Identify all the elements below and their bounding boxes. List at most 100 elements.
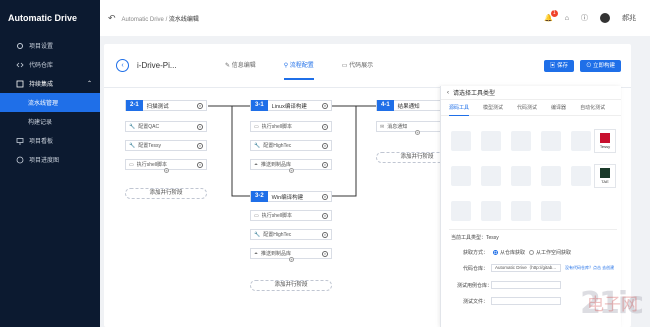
tab-source-tools[interactable]: 源码工具 [449,100,470,116]
task-label: 推送到制品库 [261,162,292,168]
breadcrumb-root[interactable]: Automatic Drive [122,17,164,23]
tool-tile[interactable] [451,201,471,221]
card-header: ‹ i-Drive-Pi... ✎ 信息编辑 ⚲ 流程配置 ▭ 代码展示 ▣ 保… [104,44,631,88]
message-icon: ✉ [380,123,385,130]
tab-flow-config[interactable]: ⚲ 流程配置 [283,44,314,88]
sidebar-item-label: 项目进度图 [29,158,60,164]
stage-number: 4-1 [377,100,394,111]
home-icon[interactable]: ⌂ [565,15,569,22]
task-item[interactable]: ▭ 执行shell脚本 × [250,210,332,221]
stage-header[interactable]: 3-1 Linux编译构建 × [250,100,332,111]
sidebar-item-build-records[interactable]: 构建记录 [0,112,100,131]
tool-tile[interactable] [511,166,531,186]
sidebar-item-progress[interactable]: 项目进度图 [0,150,100,169]
breadcrumb-sep: / [165,16,168,23]
close-icon[interactable]: × [197,142,203,149]
ci-icon [16,80,24,88]
tool-tile[interactable] [481,201,501,221]
sidebar-item-ci[interactable]: 持续集成 ⌃ [0,74,100,93]
tab-model-test[interactable]: 模型测试 [483,100,503,116]
close-icon[interactable]: × [322,161,328,168]
branch-select[interactable] [491,281,561,289]
tool-tae[interactable]: TAE [594,164,616,188]
tool-tile[interactable] [541,166,561,186]
add-parallel-stage-button[interactable]: 添加并行阶段 [125,188,207,199]
more-label: 测试文件： [463,299,489,305]
sidebar-item-pipeline[interactable]: 流水线管理 [0,93,100,112]
tool-tile[interactable] [541,131,561,151]
close-icon[interactable]: × [197,161,203,168]
radio-off-icon [529,250,534,256]
divider [449,229,617,230]
chevron-left-icon[interactable]: ‹ [447,90,449,96]
header-buttons: ▣ 保存 ⊙ 立即构建 [543,59,631,72]
tae-logo-icon [600,168,610,178]
add-task-icon[interactable]: + [289,168,294,173]
close-icon[interactable]: × [322,212,328,219]
close-icon[interactable]: × [197,123,203,130]
tool-tile[interactable] [481,131,501,151]
watermark-cn: 电子网 [587,295,638,315]
close-icon[interactable]: × [322,102,328,109]
file-select[interactable] [491,297,561,305]
tool-tile[interactable] [571,131,591,151]
user-name[interactable]: 郝兆 [622,13,636,23]
task-label: 执行shell脚本 [261,124,293,130]
topbar-actions: 🔔 1 ⌂ ⓘ 郝兆 [544,10,650,23]
source-radio-workspace[interactable]: 从工作空间获取 [529,249,571,256]
sidebar-item-board[interactable]: 项目看板 [0,131,100,150]
stage-name: 结果通知 [397,103,420,110]
breadcrumb-current: 流水线编辑 [168,16,199,23]
tool-tile[interactable] [541,201,561,221]
tool-tile[interactable] [571,166,591,186]
add-parallel-stage-button[interactable]: 添加并行阶段 [250,280,332,291]
panel-title-bar: ‹ 请选择工具类型 [441,86,621,100]
tool-tile[interactable] [451,166,471,186]
bell-icon[interactable]: 🔔 1 [544,10,558,22]
progress-icon [16,156,24,164]
save-button[interactable]: ▣ 保存 [543,59,574,72]
tab-code-view[interactable]: ▭ 代码展示 [342,44,373,88]
task-item[interactable]: 🔧 配置HighTec × [250,229,332,240]
tool-tessy[interactable]: Tessy [594,129,616,153]
repo-select[interactable]: Automatic Drive（http://gitab... [491,264,561,272]
sidebar-item-project-settings[interactable]: 项目设置 [0,36,100,55]
close-icon[interactable]: × [322,250,328,257]
help-icon[interactable]: ⓘ [581,13,588,23]
create-repo-link[interactable]: 去创建 [602,265,614,270]
stage-number: 2-1 [126,100,143,111]
tab-auto-test[interactable]: 自动化测试 [580,100,605,116]
selected-tool-label: 当前工具类型：Tessy [451,235,499,241]
task-item[interactable]: ▭ 执行shell脚本 × [250,121,332,132]
tab-code-test[interactable]: 代码测试 [517,100,537,116]
back-arrow-icon[interactable]: ↶ [108,13,116,24]
add-task-icon[interactable]: + [415,130,420,135]
sidebar-item-code-repo[interactable]: 代码仓库 [0,55,100,74]
back-circle-icon[interactable]: ‹ [116,59,129,72]
tool-tile[interactable] [511,131,531,151]
add-task-icon[interactable]: + [289,257,294,262]
close-icon[interactable]: × [322,123,328,130]
tool-tile[interactable] [451,131,471,151]
task-item[interactable]: 🔧 配置Tessy × [125,140,207,151]
stage-name: Win编译构建 [271,194,304,201]
stage-header[interactable]: 3-2 Win编译构建 × [250,191,332,202]
task-item[interactable]: 🔧 配置HighTec × [250,140,332,151]
tab-compiler[interactable]: 编译器 [551,100,566,116]
tab-info-edit[interactable]: ✎ 信息编辑 [225,44,256,88]
task-label: 配置Tessy [138,143,162,149]
task-item[interactable]: 🔧 配置QAC × [125,121,207,132]
tool-name: Tessy [599,144,611,149]
tool-tile[interactable] [481,166,501,186]
settings-icon [16,42,24,50]
avatar[interactable] [600,13,610,23]
close-icon[interactable]: × [322,142,328,149]
source-radio-repo[interactable]: 从仓库获取 [493,249,525,256]
close-icon[interactable]: × [322,193,328,200]
add-task-icon[interactable]: + [164,168,169,173]
close-icon[interactable]: × [322,231,328,238]
stage-header[interactable]: 2-1 扫描测试 × [125,100,207,111]
tool-tile[interactable] [511,201,531,221]
build-now-button[interactable]: ⊙ 立即构建 [579,59,621,72]
close-icon[interactable]: × [197,102,203,109]
